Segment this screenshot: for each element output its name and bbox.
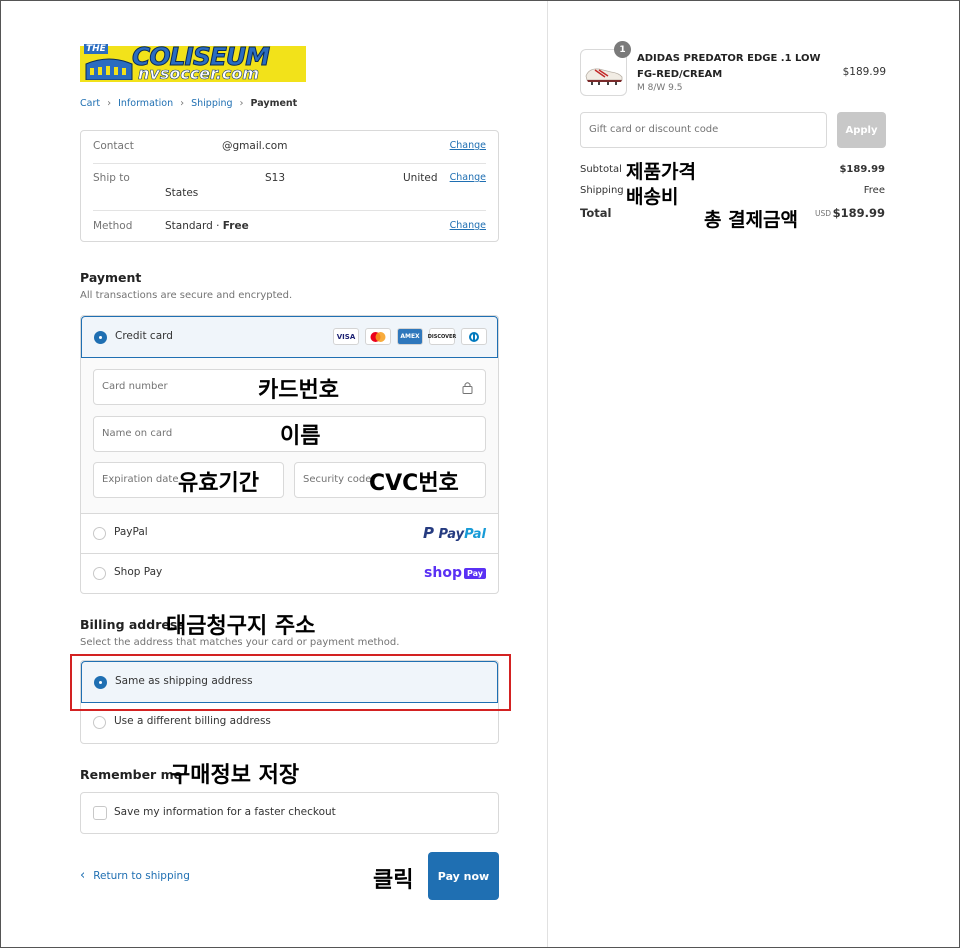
apply-button[interactable]: Apply [837, 112, 886, 148]
paypal-logo-pal: Pal [464, 527, 486, 542]
discover-icon: DISCOVER [428, 328, 456, 345]
ship-to-label: Ship to [93, 172, 130, 184]
change-method-link[interactable]: Change [450, 220, 486, 231]
save-info-label: Save my information for a faster checkou… [114, 806, 336, 818]
amex-icon: AMEX [397, 328, 423, 345]
card-number-placeholder: Card number [102, 381, 168, 392]
shop-pay-logo-pay: Pay [463, 567, 486, 579]
annotation-shipping: 배송비 [626, 186, 679, 208]
remember-title: Remember me [80, 767, 183, 782]
pay-now-button[interactable]: Pay now [428, 852, 499, 900]
breadcrumb-cart[interactable]: Cart [80, 98, 100, 109]
lock-icon [462, 382, 473, 394]
method-price: Free [222, 220, 249, 232]
total-label: Total [580, 206, 612, 220]
payment-subtitle: All transactions are secure and encrypte… [80, 290, 293, 301]
subtotal-label: Subtotal [580, 164, 622, 175]
remember-option[interactable]: Save my information for a faster checkou… [80, 792, 499, 834]
annotation-cvc: CVC번호 [369, 471, 459, 496]
colosseum-icon [85, 58, 133, 80]
contact-label: Contact [93, 140, 134, 152]
breadcrumb-payment: Payment [250, 98, 298, 109]
paypal-label: PayPal [114, 526, 148, 538]
product-name: ADIDAS PREDATOR EDGE .1 LOW FG-RED/CREAM [637, 53, 821, 80]
highlight-box [70, 654, 511, 711]
ship-to-value-country-2: States [165, 187, 199, 199]
total-value: $189.99 [832, 206, 885, 220]
paypal-radio[interactable] [93, 527, 106, 540]
name-on-card-placeholder: Name on card [102, 428, 173, 439]
change-contact-link[interactable]: Change [450, 140, 486, 151]
annotation-subtotal: 제품가격 [626, 161, 696, 183]
breadcrumb: Cart › Information › Shipping › Payment [80, 98, 297, 109]
credit-card-radio[interactable] [94, 331, 107, 344]
diners-club-icon [461, 328, 487, 345]
breadcrumb-shipping[interactable]: Shipping [191, 98, 232, 109]
ship-to-row: Ship to S13 United States Change [93, 172, 486, 202]
chevron-right-icon: › [180, 98, 185, 109]
credit-card-label: Credit card [115, 330, 173, 342]
return-to-shipping-link[interactable]: ‹ Return to shipping [80, 868, 190, 883]
method-name: Standard [165, 220, 213, 232]
payment-title: Payment [80, 270, 142, 285]
payment-methods: Credit card VISA AMEX DISCOVER Card numb… [80, 315, 499, 594]
different-billing-label: Use a different billing address [114, 715, 271, 727]
contact-row: Contact @gmail.com Change [93, 140, 486, 154]
shop-pay-option[interactable]: Shop Pay shop Pay [81, 554, 498, 593]
paypal-logo: P PayPal [423, 524, 486, 542]
review-block: Contact @gmail.com Change Ship to S13 Un… [80, 130, 499, 242]
credit-card-option[interactable]: Credit card VISA AMEX DISCOVER [81, 316, 498, 358]
method-label: Method [93, 220, 133, 232]
shop-pay-logo: shop Pay [424, 565, 486, 581]
security-code-placeholder: Security code [303, 474, 372, 485]
currency-label: USD [815, 209, 832, 218]
method-dot: · [212, 220, 223, 232]
method-row: Method Standard · Free Change [93, 220, 486, 234]
contact-value: @gmail.com [222, 140, 288, 152]
shop-pay-label: Shop Pay [114, 566, 163, 578]
save-info-checkbox[interactable] [93, 806, 107, 820]
annotation-name: 이름 [280, 424, 321, 449]
store-logo[interactable]: THE COLISEUM nvsoccer.com [80, 40, 306, 84]
divider [93, 210, 486, 211]
logo-the-text: THE [84, 44, 108, 54]
visa-icon: VISA [333, 328, 359, 345]
chevron-right-icon: › [107, 98, 112, 109]
breadcrumb-information[interactable]: Information [118, 98, 173, 109]
subtotal-value: $189.99 [839, 164, 885, 175]
annotation-card-number: 카드번호 [258, 378, 339, 403]
annotation-expiry: 유효기간 [178, 471, 259, 496]
logo-subtitle: nvsoccer.com [138, 64, 260, 84]
quantity-badge: 1 [614, 41, 631, 58]
discount-code-input[interactable]: Gift card or discount code [580, 112, 827, 148]
annotation-total: 총 결제금액 [704, 209, 799, 231]
product-price: $189.99 [842, 66, 886, 78]
chevron-left-icon: ‹ [80, 868, 86, 883]
paypal-p-icon: P [422, 524, 434, 542]
method-value: Standard · Free [165, 220, 249, 232]
product-variant: M 8/W 9.5 [637, 83, 683, 93]
shop-pay-logo-shop: shop [424, 565, 462, 581]
annotation-billing: 대금청구지 주소 [166, 614, 316, 639]
shop-pay-radio[interactable] [93, 567, 106, 580]
annotation-remember: 구매정보 저장 [170, 763, 300, 788]
shipping-value: Free [863, 185, 885, 196]
annotation-click: 클릭 [373, 868, 414, 893]
chevron-right-icon: › [239, 98, 244, 109]
panel-divider [547, 1, 548, 947]
change-ship-to-link[interactable]: Change [450, 172, 486, 183]
mastercard-icon [365, 328, 391, 345]
discount-code-placeholder: Gift card or discount code [589, 124, 719, 135]
divider [93, 163, 486, 164]
return-to-shipping-label: Return to shipping [93, 869, 190, 882]
paypal-logo-pay: Pay [438, 527, 465, 542]
expiration-date-placeholder: Expiration date [102, 474, 179, 485]
ship-to-value-country: United [403, 172, 438, 184]
ship-to-value-street: S13 [265, 172, 286, 184]
shipping-label: Shipping [580, 185, 624, 196]
paypal-option[interactable]: PayPal P PayPal [81, 514, 498, 554]
different-billing-radio[interactable] [93, 716, 106, 729]
